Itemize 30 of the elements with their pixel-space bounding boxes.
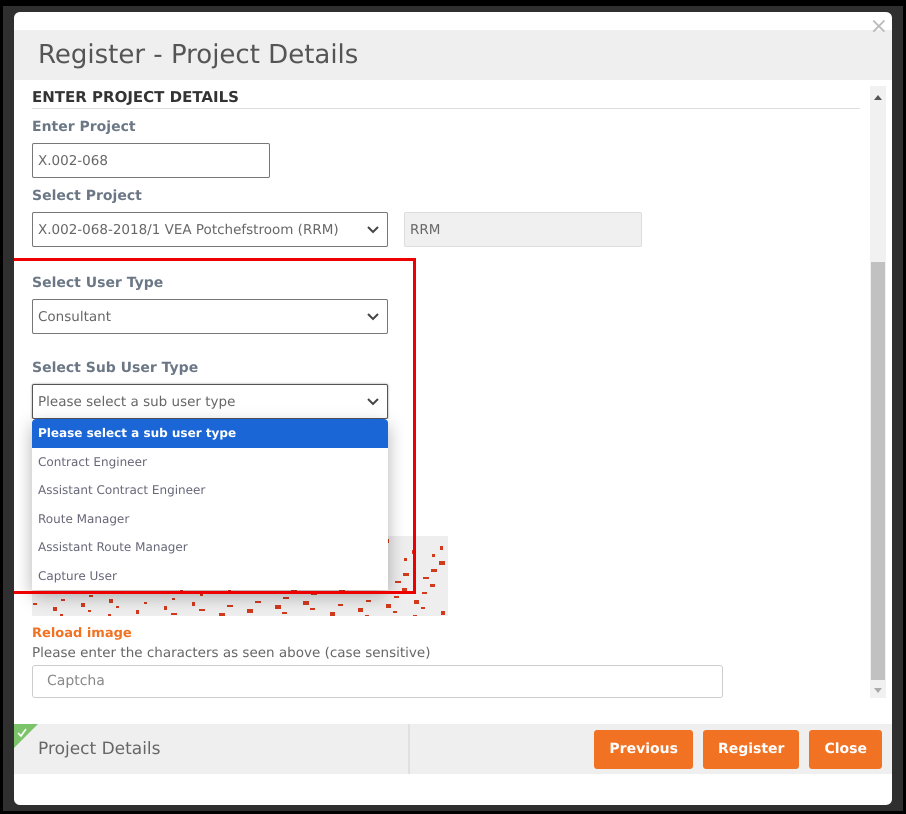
dropdown-option[interactable]: Capture User	[32, 562, 388, 590]
footer-button[interactable]: Register	[702, 730, 800, 768]
text-field[interactable]: X.002-068	[32, 143, 270, 178]
dropdown-option[interactable]: Please select a sub user type	[32, 419, 388, 448]
footer-button[interactable]: Close	[809, 730, 882, 768]
select-field[interactable]: Consultant	[32, 299, 388, 334]
scroll-down-icon[interactable]	[874, 688, 882, 694]
scroll-up-icon[interactable]	[874, 94, 882, 100]
dropdown-option[interactable]: Assistant Contract Engineer	[32, 476, 388, 504]
dropdown-option[interactable]: Route Manager	[32, 504, 388, 533]
chevron-down-icon	[367, 398, 379, 406]
code-field: RRM	[404, 212, 642, 247]
captcha-instruction: Please enter the characters as seen above (case sensitive)	[32, 644, 432, 660]
dropdown-option[interactable]: Contract Engineer	[32, 448, 388, 476]
select-field[interactable]: X.002-068-2018/1 VEA Potchefstroom (RRM)	[32, 212, 388, 247]
reload-image-link[interactable]: Reload image	[32, 626, 860, 640]
section-heading: ENTER PROJECT DETAILS	[32, 88, 860, 109]
footer-button[interactable]: Previous	[594, 730, 693, 768]
field-label: Select Sub User Type	[32, 360, 200, 376]
captcha-field[interactable]: Captcha	[32, 664, 723, 698]
chevron-down-icon	[367, 312, 379, 320]
step-label: Project Details	[38, 739, 161, 759]
field-label: Select Project	[32, 188, 143, 204]
scrollbar[interactable]	[870, 86, 886, 698]
field-label: Enter Project	[32, 119, 137, 135]
dialog-title: Register - Project Details	[38, 40, 358, 70]
field-label: Select User Type	[32, 275, 164, 291]
dropdown-option[interactable]: Assistant Route Manager	[32, 533, 388, 562]
select-field[interactable]: Please select a sub user type	[32, 384, 388, 419]
chevron-down-icon	[367, 226, 379, 234]
